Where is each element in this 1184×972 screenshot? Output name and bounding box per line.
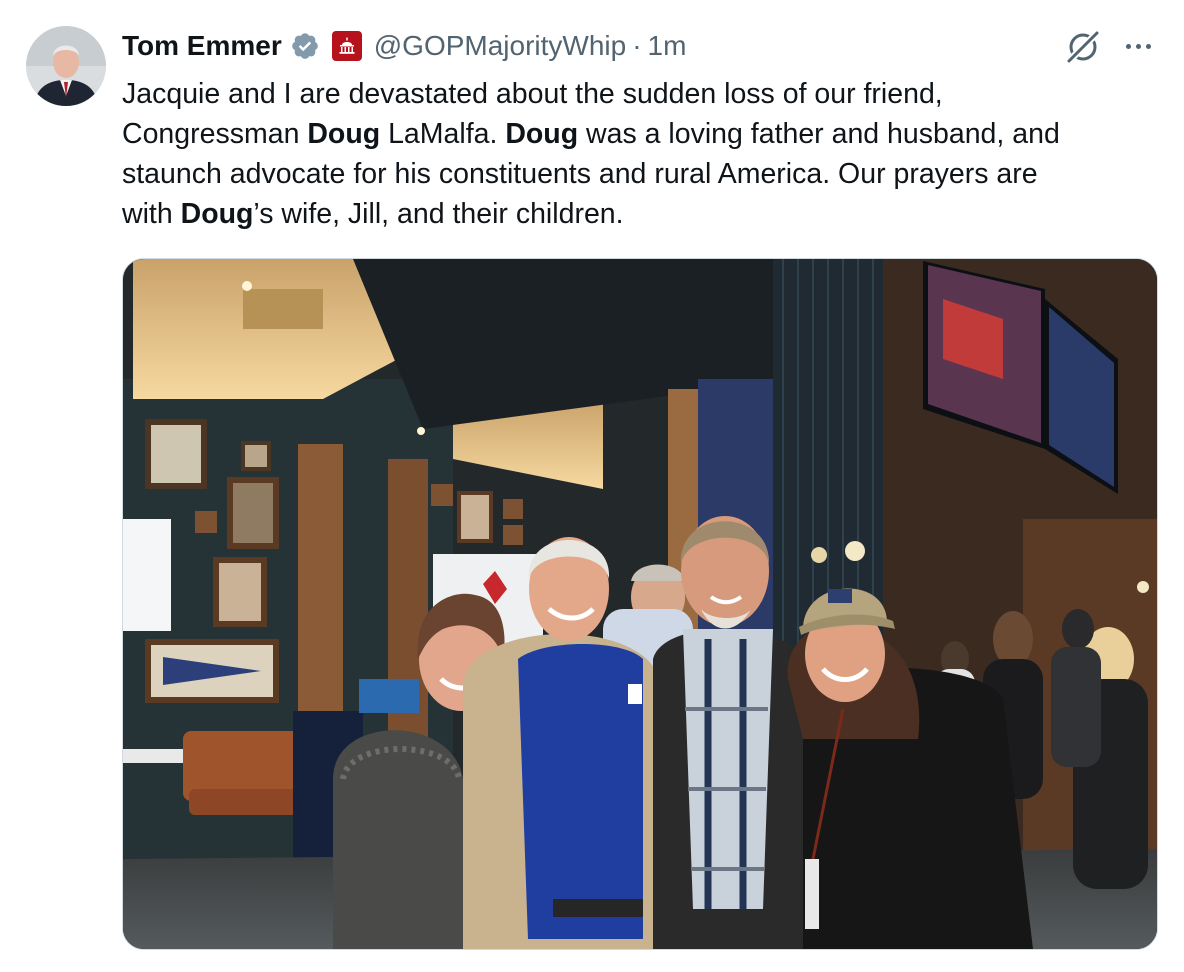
tweet-line-2: Congressman Doug LaMalfa. Doug was a lov… xyxy=(122,114,1142,154)
timestamp[interactable]: 1m xyxy=(648,30,687,62)
separator-dot: · xyxy=(632,30,642,61)
verified-badge-icon[interactable] xyxy=(290,31,320,61)
tweet-header: Tom Emmer @GOPMajorityWhip · 1m xyxy=(122,26,686,66)
more-dot xyxy=(1145,43,1151,49)
photo-illustration xyxy=(123,259,1157,949)
tweet-text: Jacquie and I are devastated about the s… xyxy=(122,74,1142,234)
avatar[interactable] xyxy=(26,26,106,106)
tweet-line-1: Jacquie and I are devastated about the s… xyxy=(122,78,943,110)
bold-name: Doug xyxy=(180,198,254,230)
bold-name: Doug xyxy=(307,118,381,150)
grok-icon[interactable] xyxy=(1064,28,1102,66)
text-segment: was a loving father and husband, and xyxy=(578,118,1060,150)
more-dot xyxy=(1125,43,1131,49)
text-segment: with xyxy=(122,198,181,230)
text-segment: ’s wife, Jill, and their children. xyxy=(253,198,624,230)
bold-name: Doug xyxy=(505,118,579,150)
avatar-photo xyxy=(26,26,106,106)
more-options-icon[interactable] xyxy=(1118,30,1158,62)
tweet-line-4: with Doug’s wife, Jill, and their childr… xyxy=(122,194,1142,234)
text-segment: LaMalfa. xyxy=(380,118,506,150)
author-name[interactable]: Tom Emmer xyxy=(122,30,282,62)
tweet-line-3: staunch advocate for his constituents an… xyxy=(122,158,1038,190)
capitol-affiliation-icon[interactable] xyxy=(331,31,362,61)
author-handle[interactable]: @GOPMajorityWhip xyxy=(374,30,626,62)
tweet-photo[interactable] xyxy=(122,258,1158,950)
more-dot xyxy=(1135,43,1141,49)
text-segment: Congressman xyxy=(122,118,308,150)
